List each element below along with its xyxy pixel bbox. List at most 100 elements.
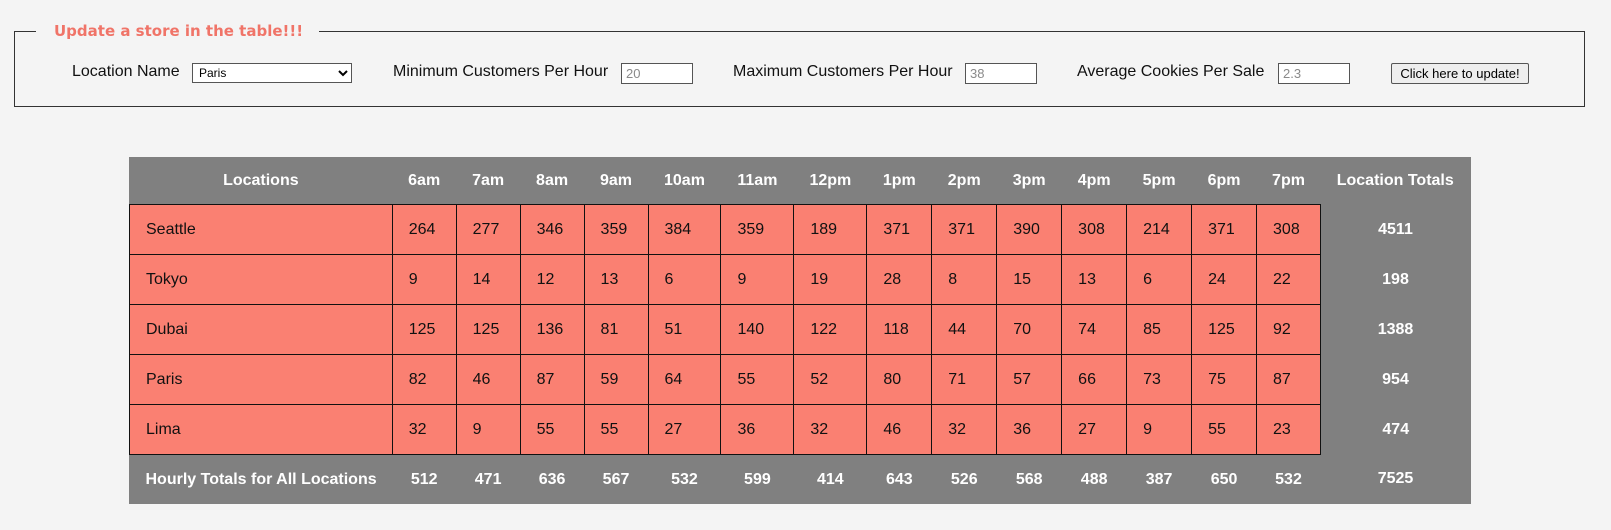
table-row: Paris 82 46 87 59 64 55 52 80 71 57 66 73 75 87 954 <box>129 354 1471 405</box>
hourly-cell: 308 <box>1256 204 1321 255</box>
hourly-total-cell: 414 <box>816 470 844 488</box>
hourly-cell: 73 <box>1126 354 1193 405</box>
hourly-total-cell: 650 <box>1210 470 1238 488</box>
hourly-cell: 308 <box>1061 204 1128 255</box>
hourly-cell: 371 <box>931 204 998 255</box>
location-cell: Tokyo <box>129 254 393 305</box>
hourly-cell: 277 <box>455 204 521 255</box>
sales-table: Locations 6am 7am 8am 9am 10am 11am 12pm 1pm 2pm 3… <box>129 157 1471 504</box>
hourly-cell: 13 <box>1061 254 1128 305</box>
hourly-cell: 9 <box>391 254 457 305</box>
hourly-cell: 32 <box>391 404 457 455</box>
hourly-cell: 14 <box>455 254 521 305</box>
hourly-cell: 55 <box>519 404 585 455</box>
hourly-cell: 52 <box>793 354 868 405</box>
hourly-cell: 122 <box>793 304 868 355</box>
header-row: Locations 6am 7am 8am 9am 10am 11am 12pm 1pm 2pm 3… <box>130 157 1471 205</box>
hourly-cell: 27 <box>1061 404 1128 455</box>
min-customers-label: Minimum Customers Per Hour <box>393 63 609 80</box>
hourly-cell: 136 <box>519 304 585 355</box>
column-header: 10am <box>664 171 705 189</box>
location-cell: Seattle <box>129 204 393 255</box>
hourly-cell: 19 <box>793 254 868 305</box>
hourly-cell: 118 <box>866 304 933 355</box>
column-header: Locations <box>223 171 299 189</box>
hourly-cell: 55 <box>720 354 795 405</box>
table-row: Seattle 264 277 346 359 384 359 189 371 371 390 308… <box>129 204 1471 255</box>
table-row: Dubai 125 125 136 81 51 140 122 118 44 70 74 85 125 92… <box>129 304 1471 355</box>
hourly-cell: 74 <box>1061 304 1128 355</box>
hourly-cell: 44 <box>931 304 998 355</box>
form-legend: Update a store in the table!!! <box>36 21 320 41</box>
hourly-cell: 66 <box>1061 354 1128 405</box>
hourly-cell: 371 <box>866 204 933 255</box>
hourly-total-cell: 512 <box>410 470 438 488</box>
hourly-cell: 9 <box>455 404 521 455</box>
hourly-total-cell: 599 <box>744 470 771 488</box>
hourly-cell: 189 <box>793 204 868 255</box>
hourly-total-cell: 567 <box>602 470 630 488</box>
hourly-total-cell: 387 <box>1145 470 1173 488</box>
grand-total-cell: 7525 <box>1377 470 1414 488</box>
hourly-cell: 28 <box>866 254 933 305</box>
hourly-cell: 125 <box>391 304 457 355</box>
hourly-cell: 264 <box>391 204 457 255</box>
hourly-cell: 6 <box>1126 254 1193 305</box>
max-customers-input[interactable] <box>965 63 1037 84</box>
table-row: Lima 32 9 55 55 27 36 32 46 32 36 27 9 55 23 474 <box>129 404 1471 455</box>
hourly-cell: 371 <box>1191 204 1258 255</box>
location-total-cell: 198 <box>1320 254 1471 305</box>
hourly-cell: 46 <box>455 354 521 405</box>
avg-cookies-input[interactable] <box>1278 63 1350 84</box>
column-header: 8am <box>536 171 569 189</box>
hourly-cell: 55 <box>583 404 649 455</box>
hourly-cell: 9 <box>1126 404 1193 455</box>
hourly-cell: 71 <box>931 354 998 405</box>
column-header: 5pm <box>1142 171 1176 189</box>
column-header: Location Totals <box>1336 171 1454 189</box>
hourly-cell: 64 <box>647 354 722 405</box>
hourly-cell: 59 <box>583 354 649 405</box>
hourly-cell: 75 <box>1191 354 1258 405</box>
hourly-cell: 70 <box>996 304 1063 355</box>
hourly-cell: 384 <box>647 204 722 255</box>
hourly-total-cell: 636 <box>538 470 566 488</box>
hourly-total-cell: 568 <box>1015 470 1043 488</box>
column-header: 7pm <box>1272 171 1305 189</box>
column-header: 11am <box>737 171 778 189</box>
hourly-cell: 9 <box>720 254 795 305</box>
location-total-cell: 954 <box>1320 354 1471 405</box>
hourly-cell: 140 <box>720 304 795 355</box>
column-header: 6am <box>408 171 441 189</box>
hourly-total-cell: 532 <box>1275 470 1302 488</box>
footer-row: Hourly Totals for All Locations 512 471 636… <box>130 455 1471 505</box>
column-header: 9am <box>600 171 633 189</box>
hourly-cell: 6 <box>647 254 722 305</box>
hourly-cell: 36 <box>996 404 1063 455</box>
hourly-cell: 390 <box>996 204 1063 255</box>
hourly-cell: 51 <box>647 304 722 355</box>
hourly-total-cell: 643 <box>885 470 913 488</box>
hourly-cell: 55 <box>1191 404 1258 455</box>
hourly-cell: 32 <box>931 404 998 455</box>
update-button[interactable]: Click here to update! <box>1391 63 1529 84</box>
hourly-cell: 23 <box>1256 404 1321 455</box>
hourly-total-cell: 526 <box>950 470 978 488</box>
column-header: 2pm <box>947 171 981 189</box>
hourly-total-cell: 532 <box>671 470 698 488</box>
location-cell: Lima <box>129 404 393 455</box>
min-customers-input[interactable] <box>621 63 693 84</box>
hourly-cell: 359 <box>720 204 795 255</box>
hourly-cell: 32 <box>793 404 868 455</box>
hourly-total-cell: 488 <box>1080 470 1108 488</box>
hourly-cell: 87 <box>1256 354 1321 405</box>
column-header: 4pm <box>1077 171 1111 189</box>
max-customers-label: Maximum Customers Per Hour <box>733 63 953 80</box>
hourly-cell: 87 <box>519 354 585 405</box>
hourly-cell: 80 <box>866 354 933 405</box>
location-select[interactable]: Paris <box>192 63 352 83</box>
hourly-cell: 27 <box>647 404 722 455</box>
hourly-cell: 92 <box>1256 304 1321 355</box>
hourly-cell: 81 <box>583 304 649 355</box>
hourly-cell: 36 <box>720 404 795 455</box>
